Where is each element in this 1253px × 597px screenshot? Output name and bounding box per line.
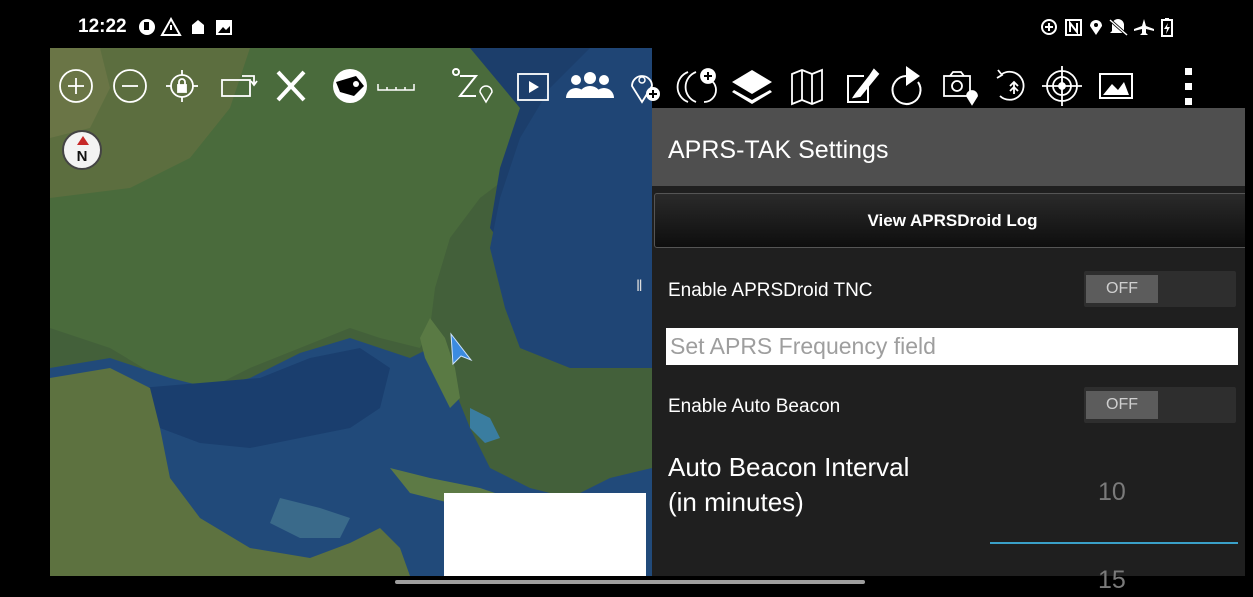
elevation-icon[interactable] <box>452 68 493 104</box>
status-bar: 12:22 <box>8 8 1245 46</box>
silent-icon <box>1109 18 1128 37</box>
interval-picker-divider <box>990 542 1238 544</box>
rotate-icon[interactable] <box>221 75 258 97</box>
nfc-icon <box>1065 19 1082 36</box>
data-saver-icon <box>1041 19 1057 35</box>
target-icon[interactable] <box>1042 66 1082 106</box>
view-aprsdroid-log-button[interactable]: View APRSDroid Log <box>654 193 1245 248</box>
lock-location-icon[interactable] <box>166 70 198 102</box>
close-icon[interactable] <box>276 70 306 102</box>
tak-icon <box>192 20 204 34</box>
image-gallery-icon[interactable] <box>1099 73 1133 99</box>
image-icon <box>216 20 232 35</box>
gesture-nav-handle[interactable] <box>395 580 865 584</box>
enable-tnc-toggle[interactable]: OFF <box>1084 271 1236 307</box>
auto-beacon-toggle-state: OFF <box>1086 391 1158 419</box>
panel-title: APRS-TAK Settings <box>668 136 889 164</box>
map-toolbar <box>59 66 1192 106</box>
zoom-out-icon[interactable] <box>113 69 147 103</box>
enable-auto-beacon-label: Enable Auto Beacon <box>668 396 841 417</box>
compass-button[interactable]: N <box>62 130 102 170</box>
status-left-icon-row <box>139 17 232 36</box>
airplane-mode-icon <box>1134 19 1154 35</box>
aprs-frequency-field[interactable] <box>666 328 1238 365</box>
interval-label-line2: (in minutes) <box>668 487 804 517</box>
enable-tnc-toggle-state: OFF <box>1086 275 1158 303</box>
layers-icon[interactable] <box>732 70 772 104</box>
add-overlay-icon[interactable] <box>676 68 717 103</box>
scale-bar-icon[interactable] <box>377 84 415 91</box>
panel-resize-handle[interactable]: ‖ <box>636 278 643 296</box>
battery-charging-icon <box>1161 18 1173 37</box>
status-right-icon-row <box>1041 18 1173 37</box>
history-icon[interactable] <box>996 69 1025 101</box>
location-icon <box>1090 20 1102 35</box>
app-notification-icon <box>139 19 155 35</box>
aprs-tak-settings-panel: APRS-TAK Settings View APRSDroid Log Ena… <box>652 108 1245 592</box>
blank-overlay-box <box>444 493 646 576</box>
camera-location-icon[interactable] <box>943 71 978 106</box>
auto-beacon-interval-label: Auto Beacon Interval (in minutes) <box>668 450 909 520</box>
interval-picker-value-current[interactable]: 15 <box>1098 566 1126 592</box>
mascot-icon[interactable] <box>333 69 367 103</box>
edit-icon[interactable] <box>847 68 880 103</box>
zoom-in-icon[interactable] <box>59 69 93 103</box>
compass-label: N <box>76 148 88 165</box>
panel-header: APRS-TAK Settings <box>652 108 1245 186</box>
device-screen: 12:22 N ‖ APRS-TAK Settings View APRSDro… <box>8 8 1245 592</box>
tap-icon[interactable] <box>891 66 922 105</box>
map-icon[interactable] <box>791 68 823 106</box>
status-time: 12:22 <box>78 16 127 37</box>
overflow-menu-icon[interactable] <box>1185 68 1192 105</box>
enable-auto-beacon-toggle[interactable]: OFF <box>1084 387 1236 423</box>
contacts-icon[interactable] <box>566 72 614 98</box>
warning-icon <box>160 17 182 36</box>
interval-label-line1: Auto Beacon Interval <box>668 452 910 482</box>
enable-tnc-label: Enable APRSDroid TNC <box>668 280 873 301</box>
self-location-cursor-icon[interactable] <box>449 332 473 366</box>
video-icon[interactable] <box>517 73 549 101</box>
north-arrow-icon <box>77 136 89 145</box>
interval-picker-value-previous[interactable]: 10 <box>1098 478 1126 507</box>
add-location-icon[interactable] <box>631 75 660 104</box>
